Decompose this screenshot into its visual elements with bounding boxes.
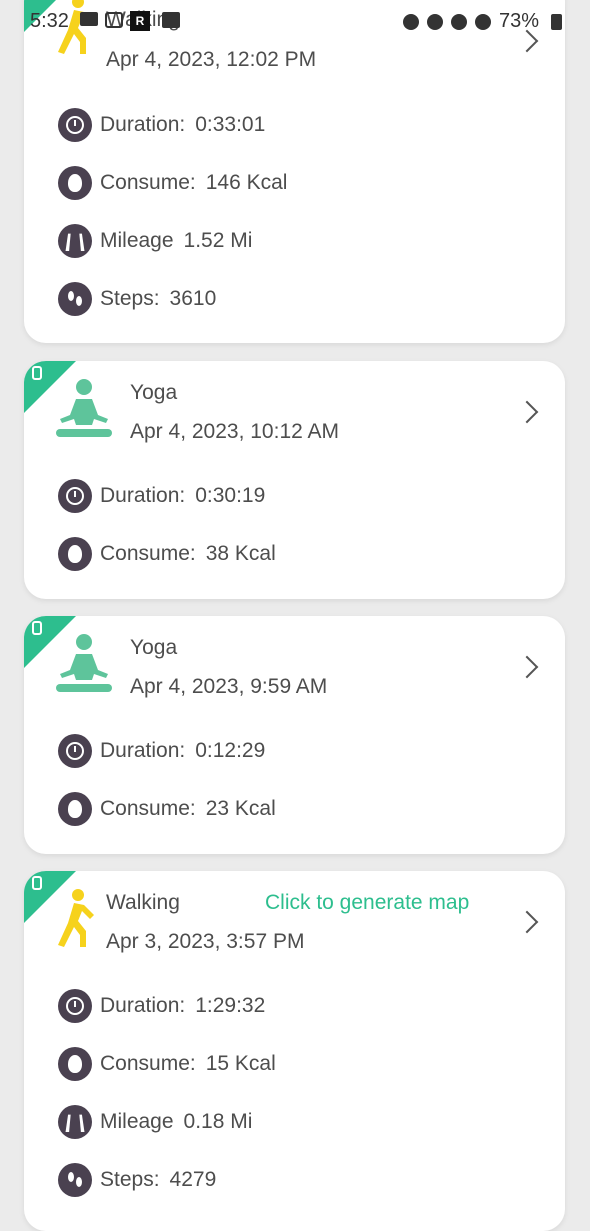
activity-card[interactable]: Yoga Apr 4, 2023, 10:12 AM Duration: 0:3… xyxy=(24,361,565,599)
walking-icon xyxy=(58,889,94,947)
flame-icon xyxy=(58,1047,92,1081)
duration-row: Duration: 0:12:29 xyxy=(58,734,265,768)
mileage-value: 0.18 Mi xyxy=(183,1110,253,1133)
consume-row: Consume: 23 Kcal xyxy=(58,792,276,826)
mileage-row: Mileage 0.18 Mi xyxy=(58,1105,252,1139)
activity-date: Apr 4, 2023, 10:12 AM xyxy=(130,420,339,443)
duration-row: Duration: 0:30:19 xyxy=(58,479,265,513)
generate-map-link[interactable]: Click to generate map xyxy=(265,891,469,915)
duration-value: 0:30:19 xyxy=(195,484,266,507)
activity-title: Yoga xyxy=(130,636,178,659)
clock-icon xyxy=(58,734,92,768)
activity-card[interactable]: Walking Click to generate map Apr 3, 202… xyxy=(24,871,565,1231)
consume-row: Consume: 15 Kcal xyxy=(58,1047,276,1081)
activity-title: Walking xyxy=(106,891,180,914)
duration-value: 0:12:29 xyxy=(195,739,266,762)
flame-icon xyxy=(58,166,92,200)
duration-label: Duration: xyxy=(100,484,186,507)
yoga-icon xyxy=(56,634,112,692)
duration-label: Duration: xyxy=(100,994,186,1017)
walking-icon xyxy=(58,0,94,54)
watch-icon xyxy=(32,366,42,380)
consume-row: Consume: 38 Kcal xyxy=(58,537,276,571)
footsteps-icon xyxy=(58,1163,92,1197)
mileage-row: Mileage 1.52 Mi xyxy=(58,224,252,258)
flame-icon xyxy=(58,792,92,826)
steps-label: Steps: xyxy=(100,287,160,310)
consume-label: Consume: xyxy=(100,797,196,820)
consume-row: Consume: 146 Kcal xyxy=(58,166,287,200)
activity-card[interactable]: Yoga Apr 4, 2023, 9:59 AM Duration: 0:12… xyxy=(24,616,565,854)
steps-label: Steps: xyxy=(100,1168,160,1191)
consume-label: Consume: xyxy=(100,1052,196,1075)
footsteps-icon xyxy=(58,282,92,316)
duration-value: 0:33:01 xyxy=(195,113,266,136)
duration-row: Duration: 1:29:32 xyxy=(58,989,265,1023)
activity-date: Apr 3, 2023, 3:57 PM xyxy=(106,930,305,953)
chevron-right-icon[interactable] xyxy=(515,400,539,424)
activity-card[interactable]: Walking Apr 4, 2023, 12:02 PM Duration: … xyxy=(24,0,565,343)
consume-label: Consume: xyxy=(100,171,196,194)
mileage-value: 1.52 Mi xyxy=(183,229,253,252)
steps-row: Steps: 4279 xyxy=(58,1163,216,1197)
duration-row: Duration: 0:33:01 xyxy=(58,108,265,142)
consume-value: 38 Kcal xyxy=(205,542,276,565)
watch-icon xyxy=(32,876,42,890)
mileage-label: Mileage xyxy=(100,1110,174,1133)
chevron-right-icon[interactable] xyxy=(515,910,539,934)
activity-title: Walking xyxy=(106,8,180,31)
consume-value: 23 Kcal xyxy=(205,797,276,820)
consume-label: Consume: xyxy=(100,542,196,565)
clock-icon xyxy=(58,989,92,1023)
clock-icon xyxy=(58,108,92,142)
flame-icon xyxy=(58,537,92,571)
consume-value: 15 Kcal xyxy=(205,1052,276,1075)
clock-icon xyxy=(58,479,92,513)
activity-date: Apr 4, 2023, 9:59 AM xyxy=(130,675,328,698)
chevron-right-icon[interactable] xyxy=(515,655,539,679)
road-icon xyxy=(58,224,92,258)
duration-label: Duration: xyxy=(100,113,186,136)
activity-date: Apr 4, 2023, 12:02 PM xyxy=(106,48,317,71)
watch-icon xyxy=(32,621,42,635)
road-icon xyxy=(58,1105,92,1139)
yoga-icon xyxy=(56,379,112,437)
chevron-right-icon[interactable] xyxy=(515,29,539,53)
steps-value: 4279 xyxy=(169,1168,217,1191)
duration-value: 1:29:32 xyxy=(195,994,266,1017)
activity-title: Yoga xyxy=(130,381,178,404)
steps-value: 3610 xyxy=(169,287,217,310)
steps-row: Steps: 3610 xyxy=(58,282,216,316)
mileage-label: Mileage xyxy=(100,229,174,252)
consume-value: 146 Kcal xyxy=(205,171,288,194)
duration-label: Duration: xyxy=(100,739,186,762)
